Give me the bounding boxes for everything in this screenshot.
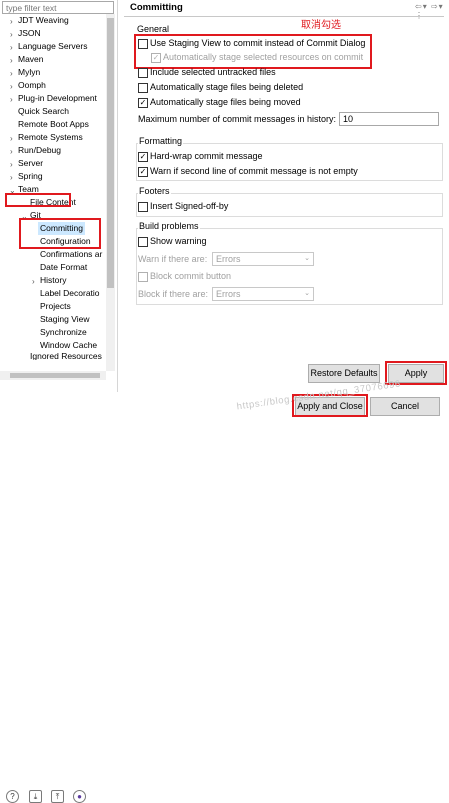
show-warning-label: Show warning xyxy=(150,236,207,246)
tree-item-window-cache[interactable]: Window Cache xyxy=(40,339,97,352)
expand-arrow-icon[interactable]: › xyxy=(10,56,13,65)
block-commit-label: Block commit button xyxy=(150,271,232,281)
max-history-label: Maximum number of commit messages in his… xyxy=(138,114,337,124)
tree-item-language-servers[interactable]: Language Servers xyxy=(18,40,87,53)
export-icon[interactable]: ⤒ xyxy=(51,790,64,803)
tree-item-synchronize[interactable]: Synchronize xyxy=(40,326,87,339)
restore-defaults-button[interactable]: Restore Defaults xyxy=(308,364,380,383)
forward-arrow-icon[interactable]: ⇨ xyxy=(431,2,439,11)
highlight-box-apply xyxy=(385,361,447,385)
expand-arrow-icon[interactable]: › xyxy=(10,82,13,91)
committing-preference-page: Committing ⇦▾ ⇨▾ ⋮ 取消勾选 General Use Stag… xyxy=(118,0,449,392)
warn-if-label: Warn if there are: xyxy=(138,254,208,264)
block-if-select: Errors ⌄ xyxy=(212,287,314,301)
tree-vertical-scroll-thumb[interactable] xyxy=(107,18,114,288)
tree-item-history[interactable]: History xyxy=(40,274,66,287)
chevron-down-icon: ⌄ xyxy=(304,255,310,262)
warn-second-line-box[interactable]: ✓ xyxy=(138,167,148,177)
tree-item-run-debug[interactable]: Run/Debug xyxy=(18,144,61,157)
expand-arrow-icon[interactable]: › xyxy=(10,30,13,39)
expand-arrow-icon[interactable]: › xyxy=(10,43,13,52)
dialog-button-bar: ? ⤓ ⤒ ● Apply and Close Cancel xyxy=(0,392,449,803)
tree-item-remote-boot-apps[interactable]: Remote Boot Apps xyxy=(18,118,89,131)
max-history-value: 10 xyxy=(343,114,354,124)
block-if-label: Block if there are: xyxy=(138,289,209,299)
warn-if-value: Errors xyxy=(216,254,241,264)
help-icon[interactable]: ? xyxy=(6,790,19,803)
expand-arrow-icon[interactable]: › xyxy=(10,147,13,156)
tree-item-confirmations[interactable]: Confirmations ar xyxy=(40,248,102,261)
chevron-down-icon: ⌄ xyxy=(304,290,310,297)
signed-off-label: Insert Signed-off-by xyxy=(150,201,229,211)
auto-stage-moved-label: Automatically stage files being moved xyxy=(150,97,301,107)
expand-arrow-icon[interactable]: › xyxy=(10,160,13,169)
auto-stage-moved-box[interactable]: ✓ xyxy=(138,98,148,108)
highlight-box-general xyxy=(134,34,372,69)
tree-item-maven[interactable]: Maven xyxy=(18,53,44,66)
tree-item-label-decorations[interactable]: Label Decoratio xyxy=(40,287,100,300)
annotation-text: 取消勾选 xyxy=(301,20,341,31)
forward-menu-chevron-icon[interactable]: ▾ xyxy=(439,2,444,11)
auto-stage-deleted-label: Automatically stage files being deleted xyxy=(150,82,304,92)
hard-wrap-label: Hard-wrap commit message xyxy=(150,151,263,161)
hard-wrap-box[interactable]: ✓ xyxy=(138,152,148,162)
back-arrow-icon[interactable]: ⇦ xyxy=(415,2,423,11)
page-navigation: ⇦▾ ⇨▾ ⋮ xyxy=(415,2,449,20)
expand-arrow-icon[interactable]: › xyxy=(10,173,13,182)
tree-item-quick-search[interactable]: Quick Search xyxy=(18,105,69,118)
block-commit-box xyxy=(138,272,148,282)
highlight-box-apply-close xyxy=(292,394,368,417)
tree-item-remote-systems[interactable]: Remote Systems xyxy=(18,131,83,144)
expand-arrow-icon[interactable]: › xyxy=(10,69,13,78)
warn-if-select: Errors ⌄ xyxy=(212,252,314,266)
oomph-icon[interactable]: ● xyxy=(73,790,86,803)
tree-item-spring[interactable]: Spring xyxy=(18,170,43,183)
include-untracked-label: Include selected untracked files xyxy=(150,67,276,77)
warn-second-line-label: Warn if second line of commit message is… xyxy=(150,166,358,176)
tree-item-mylyn[interactable]: Mylyn xyxy=(18,66,40,79)
cancel-button[interactable]: Cancel xyxy=(370,397,440,416)
build-problems-group-title: Build problems xyxy=(138,221,200,231)
import-icon[interactable]: ⤓ xyxy=(29,790,42,803)
back-menu-chevron-icon[interactable]: ▾ xyxy=(423,2,428,11)
max-history-input[interactable]: 10 xyxy=(339,112,439,126)
formatting-group-title: Formatting xyxy=(138,136,184,146)
expand-arrow-icon[interactable]: › xyxy=(10,95,13,104)
footers-group-title: Footers xyxy=(138,186,171,196)
include-untracked-box[interactable] xyxy=(138,68,148,78)
title-separator xyxy=(124,16,444,17)
page-title: Committing xyxy=(130,2,183,13)
tree-item-plugin-development[interactable]: Plug-in Development xyxy=(18,92,97,105)
block-if-value: Errors xyxy=(216,289,241,299)
expand-arrow-icon[interactable]: › xyxy=(10,17,13,26)
expand-arrow-icon[interactable]: › xyxy=(32,277,35,286)
expand-arrow-icon[interactable]: › xyxy=(10,134,13,143)
tree-item-date-format[interactable]: Date Format xyxy=(40,261,87,274)
general-group-title: General xyxy=(137,24,170,34)
tree-item-ignored-resources[interactable]: Ignored Resources xyxy=(30,352,102,360)
tree-item-json[interactable]: JSON xyxy=(18,27,41,40)
show-warning-box[interactable] xyxy=(138,237,148,247)
filter-box[interactable] xyxy=(2,1,114,14)
preferences-tree-panel: › JDT Weaving › JSON › Language Servers … xyxy=(0,0,118,392)
tree-horizontal-scroll-thumb[interactable] xyxy=(10,373,100,378)
tree-item-server[interactable]: Server xyxy=(18,157,43,170)
tree-item-jdt-weaving[interactable]: JDT Weaving xyxy=(18,14,69,27)
highlight-box-git-committing xyxy=(19,218,101,249)
tree-item-staging-view[interactable]: Staging View xyxy=(40,313,89,326)
tree-item-oomph[interactable]: Oomph xyxy=(18,79,46,92)
signed-off-box[interactable] xyxy=(138,202,148,212)
tree-item-projects[interactable]: Projects xyxy=(40,300,71,313)
filter-input[interactable] xyxy=(3,2,110,13)
auto-stage-deleted-box[interactable] xyxy=(138,83,148,93)
highlight-box-team xyxy=(5,193,71,207)
